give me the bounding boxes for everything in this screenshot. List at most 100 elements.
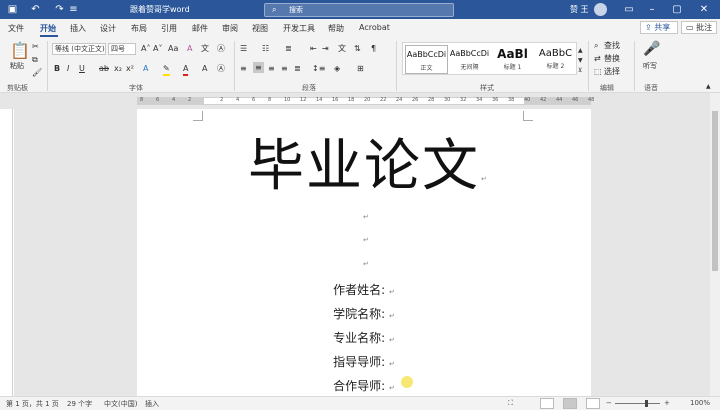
font-color-icon[interactable]: A [183, 63, 189, 76]
dictate-button[interactable]: 听写 [643, 61, 657, 72]
decrease-indent-icon[interactable]: ⇤ [310, 43, 317, 54]
undo-icon[interactable]: ↶ [29, 3, 42, 16]
line-spacing-icon[interactable]: ↕≡ [312, 63, 325, 74]
increase-indent-icon[interactable]: ⇥ [322, 43, 329, 54]
web-layout-icon[interactable] [586, 398, 600, 409]
tab-review[interactable]: 审阅 [222, 23, 238, 34]
zoom-out-icon[interactable]: − [606, 399, 612, 407]
share-button[interactable]: ⇪ 共享 [640, 21, 678, 34]
style-normal[interactable]: AaBbCcDi 正文 [405, 45, 448, 74]
field-author[interactable]: 作者姓名: ↵ [137, 281, 591, 298]
align-right-icon[interactable]: ≡ [268, 63, 275, 74]
maximize-icon[interactable]: ▢ [668, 2, 686, 17]
format-painter-icon[interactable]: 🖌 [32, 67, 42, 78]
zoom-slider-thumb[interactable] [645, 400, 648, 407]
enclose-char-icon[interactable]: Ⓐ [217, 43, 225, 54]
insert-mode[interactable]: 插入 [145, 399, 159, 409]
minimize-icon[interactable]: – [643, 2, 661, 17]
chinese-layout-icon[interactable]: 文 [338, 43, 346, 54]
superscript-icon[interactable]: x² [126, 63, 134, 74]
scrollbar-thumb[interactable] [712, 111, 718, 271]
clear-formatting-icon[interactable]: A [187, 43, 192, 54]
horizontal-ruler[interactable]: 8 6 4 2 2 4 6 8 10 12 14 16 18 20 22 24 26 28 30 32 34 36 38 40… [0, 93, 720, 109]
shading-icon[interactable]: ◈ [334, 63, 340, 74]
select-icon[interactable]: ⬚ [594, 66, 602, 77]
paste-icon[interactable]: 📋 [10, 42, 30, 60]
show-marks-icon[interactable]: ¶ [371, 43, 376, 54]
comments-button[interactable]: ▭ 批注 [681, 21, 717, 34]
word-count[interactable]: 29 个字 [67, 399, 92, 409]
vertical-scrollbar[interactable] [710, 93, 720, 396]
tab-acrobat[interactable]: Acrobat [359, 23, 390, 32]
font-name-select[interactable]: 等线 (中文正文) [52, 43, 106, 55]
tab-layout[interactable]: 布局 [131, 23, 147, 34]
justify-icon[interactable]: ≡ [281, 63, 288, 74]
tab-mailings[interactable]: 邮件 [192, 23, 208, 34]
strikethrough-icon[interactable]: ab [99, 63, 109, 74]
microphone-icon[interactable]: 🎤 [643, 41, 660, 57]
zoom-level[interactable]: 100% [690, 399, 710, 407]
document-page[interactable]: 毕业论文 ↵ ↵ ↵ ↵ 作者姓名: ↵ 学院名称: ↵ 专业名称: ↵ 指导导… [137, 109, 591, 396]
style-no-spacing[interactable]: AaBbCcDi 无间隔 [448, 45, 491, 74]
language[interactable]: 中文(中国) [104, 399, 137, 409]
tab-design[interactable]: 设计 [100, 23, 116, 34]
read-mode-icon[interactable] [540, 398, 554, 409]
grow-font-icon[interactable]: A˄ [141, 43, 150, 54]
align-center-icon[interactable]: ≡ [253, 62, 264, 73]
cut-icon[interactable]: ✂ [32, 41, 39, 52]
align-left-icon[interactable]: ≡ [240, 63, 247, 74]
italic-icon[interactable]: I [67, 63, 69, 74]
underline-icon[interactable]: U [79, 63, 85, 74]
page-count[interactable]: 第 1 页，共 1 页 [6, 399, 59, 409]
borders-icon[interactable]: ⊞ [357, 63, 364, 74]
user-name[interactable]: 赞 王 [570, 4, 589, 15]
highlight-icon[interactable]: ✎ [163, 63, 170, 76]
paste-button[interactable]: 粘贴 [10, 61, 24, 72]
tab-developer[interactable]: 开发工具 [283, 23, 315, 34]
phonetic-guide-icon[interactable]: 文 [201, 43, 209, 54]
shrink-font-icon[interactable]: A˅ [153, 43, 162, 54]
field-supervisor[interactable]: 指导导师: ↵ [137, 353, 591, 370]
avatar[interactable] [594, 3, 607, 16]
bold-icon[interactable]: B [54, 63, 60, 74]
tab-insert[interactable]: 插入 [70, 23, 86, 34]
ribbon-display-icon[interactable]: ▭ [620, 2, 638, 17]
search-input[interactable]: ⌕ 搜索 [264, 3, 454, 17]
numbering-icon[interactable]: ☷ [262, 43, 269, 54]
distributed-icon[interactable]: ≣ [294, 63, 301, 74]
replace-icon[interactable]: ⇄ [594, 53, 601, 64]
change-case-icon[interactable]: Aa [168, 43, 178, 54]
char-shading-icon[interactable]: A [202, 63, 207, 74]
field-co-supervisor[interactable]: 合作导师: ↵ [137, 377, 591, 394]
save-icon[interactable]: ▣ [6, 3, 19, 16]
document-title-text[interactable]: 毕业论文 [137, 121, 591, 202]
tab-help[interactable]: 帮助 [328, 23, 344, 34]
print-layout-icon[interactable] [563, 398, 577, 409]
redo-icon[interactable]: ↷ [53, 3, 66, 16]
sort-icon[interactable]: ⇅ [354, 43, 361, 54]
styles-more-icon[interactable]: ⊻ [578, 65, 582, 76]
tab-file[interactable]: 文件 [8, 23, 24, 34]
customize-toolbar-icon[interactable]: ≡ [67, 3, 80, 16]
zoom-in-icon[interactable]: + [664, 399, 670, 407]
tab-home[interactable]: 开始 [40, 23, 56, 34]
multilevel-list-icon[interactable]: ≣ [285, 43, 292, 54]
vertical-ruler[interactable] [2, 109, 13, 396]
find-button[interactable]: 查找 [604, 40, 620, 51]
copy-icon[interactable]: ⧉ [32, 54, 38, 65]
style-heading-2[interactable]: AaBbC 标题 2 [534, 45, 577, 74]
char-border-icon[interactable]: Ⓐ [217, 63, 225, 74]
tab-references[interactable]: 引用 [161, 23, 177, 34]
zoom-slider[interactable] [615, 403, 660, 404]
find-icon[interactable]: ⌕ [594, 40, 598, 51]
replace-button[interactable]: 替换 [604, 53, 620, 64]
field-major[interactable]: 专业名称: ↵ [137, 329, 591, 346]
tab-view[interactable]: 视图 [252, 23, 268, 34]
font-size-select[interactable]: 四号 [108, 43, 136, 55]
style-heading-1[interactable]: AaBl 标题 1 [491, 45, 534, 74]
text-effects-icon[interactable]: A [143, 63, 148, 74]
subscript-icon[interactable]: x₂ [114, 63, 122, 74]
focus-mode-icon[interactable]: ⛶ [508, 399, 513, 408]
field-college[interactable]: 学院名称: ↵ [137, 305, 591, 322]
collapse-ribbon-icon[interactable]: ▲ [706, 81, 711, 92]
